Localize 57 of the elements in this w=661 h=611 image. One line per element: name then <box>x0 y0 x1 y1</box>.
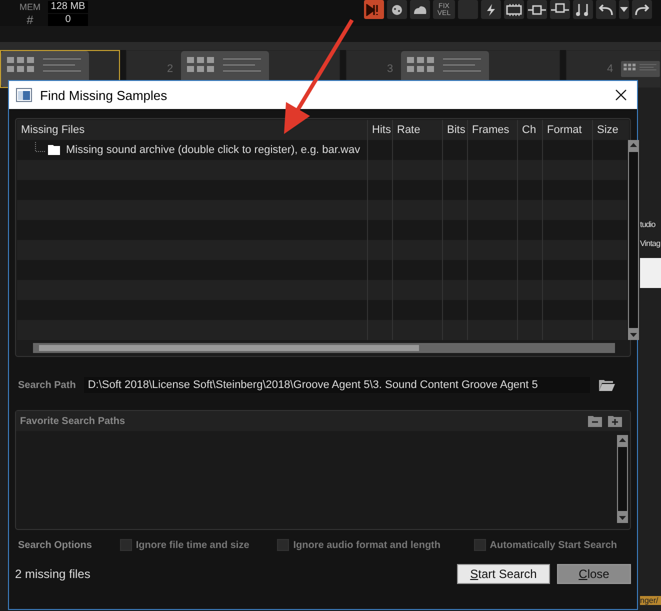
pad-number: 4 <box>607 63 614 75</box>
caret-icon <box>620 7 628 12</box>
status-text: 2 missing files <box>15 567 90 581</box>
redo-button[interactable] <box>632 0 652 19</box>
cloud-icon <box>414 6 426 14</box>
folder-remove-icon[interactable] <box>588 415 602 427</box>
side-label: tudio <box>640 220 656 229</box>
plug-icon <box>528 2 546 16</box>
note-icon <box>576 2 590 16</box>
close-button[interactable]: Close <box>557 564 631 584</box>
plug-button[interactable] <box>527 0 547 19</box>
option-checkbox[interactable]: Ignore file time and size <box>120 539 250 551</box>
cloud-button[interactable] <box>410 0 430 19</box>
pad-number: 2 <box>167 63 174 75</box>
path-label: nger/ <box>640 596 661 605</box>
search-options-label: Search Options <box>18 540 92 550</box>
scroll-up-icon[interactable] <box>628 140 639 151</box>
undo-button[interactable] <box>596 0 616 19</box>
bolt-icon <box>487 4 495 16</box>
favorites-title: Favorite Search Paths <box>20 416 126 426</box>
undo-icon <box>598 4 614 16</box>
caret-button[interactable] <box>619 0 629 19</box>
tree-line-icon <box>35 142 46 152</box>
plug-button[interactable] <box>550 0 570 19</box>
chip-icon <box>505 4 523 16</box>
option-checkbox[interactable]: Ignore audio format and length <box>277 539 440 551</box>
dice-button[interactable] <box>387 0 407 19</box>
pad-number: 3 <box>387 63 394 75</box>
horizontal-scrollbar[interactable] <box>33 343 615 353</box>
missing-samples-button[interactable] <box>364 0 384 19</box>
count-label: # <box>26 12 34 26</box>
folder-icon[interactable] <box>598 378 616 392</box>
side-label: Vintag <box>640 239 661 248</box>
redo-icon <box>634 4 650 16</box>
search-path-field[interactable]: D:\Soft 2018\License Soft\Steinberg\2018\Groove Agent 5\3. Sound Content Groove Agent 5 <box>84 377 590 393</box>
note-button[interactable] <box>573 0 593 19</box>
window-icon <box>16 88 32 102</box>
dice-icon <box>392 4 402 14</box>
chip-button[interactable] <box>504 0 524 19</box>
folder-add-icon[interactable] <box>608 415 622 427</box>
vertical-scrollbar[interactable] <box>628 140 639 340</box>
start-search-button[interactable]: Start Search <box>457 564 550 584</box>
count-value: 0 <box>48 14 88 26</box>
column-header[interactable]: Missing Files <box>17 120 367 140</box>
bolt-button[interactable] <box>481 0 501 19</box>
mem-label: MEM <box>18 2 42 12</box>
folder-icon <box>48 145 60 155</box>
vertical-scrollbar[interactable] <box>617 435 628 523</box>
mem-value: 128 MB <box>48 0 88 12</box>
scroll-down-icon[interactable] <box>628 329 639 340</box>
scroll-down-icon[interactable] <box>617 512 628 523</box>
option-checkbox[interactable]: Automatically Start Search <box>474 539 617 551</box>
window-title: Find Missing Samples <box>40 88 168 102</box>
side-panel <box>640 258 661 288</box>
search-path-label: Search Path <box>18 380 76 390</box>
scroll-up-icon[interactable] <box>617 435 628 446</box>
empty-tool-slot <box>458 0 478 19</box>
